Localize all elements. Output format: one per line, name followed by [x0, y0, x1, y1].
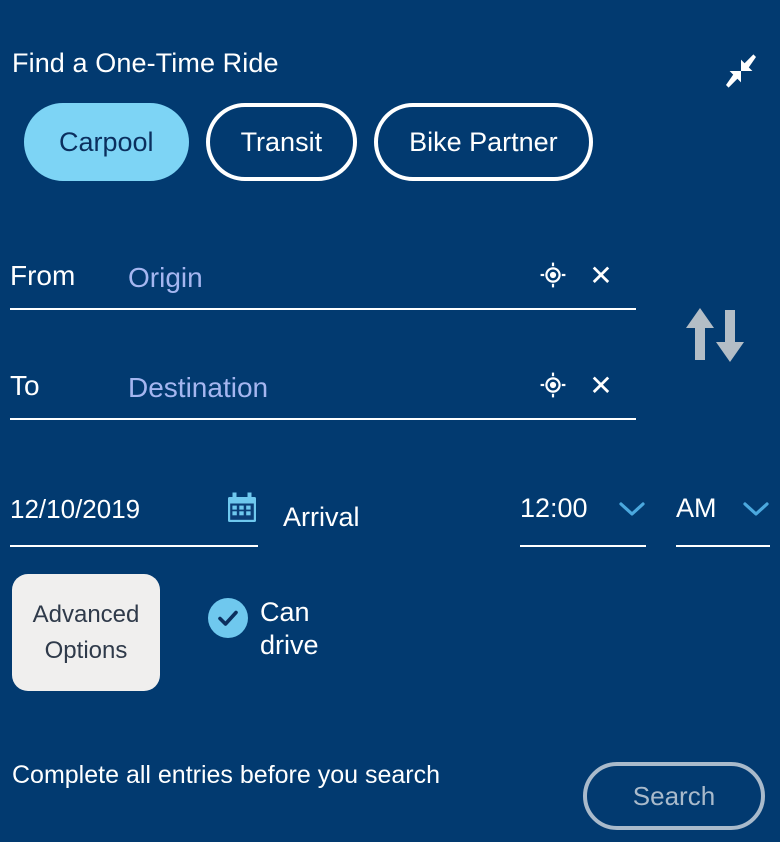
destination-input[interactable] [128, 372, 540, 404]
can-drive-checkbox[interactable]: Can drive [208, 596, 346, 662]
swap-up-down-arrows-icon [684, 306, 746, 367]
mode-tab-transit[interactable]: Transit [205, 103, 358, 181]
destination-field-row: To ✕ [10, 358, 636, 420]
can-drive-label: Can drive [260, 597, 319, 660]
crosshair-locate-icon [540, 372, 566, 401]
advanced-options-button[interactable]: Advanced Options [12, 574, 160, 691]
close-icon: ✕ [589, 260, 613, 291]
mode-tab-carpool[interactable]: Carpool [24, 103, 189, 181]
time-value-label: 12:00 [520, 493, 588, 523]
meridiem-select[interactable]: AM [676, 484, 770, 547]
destination-locate-button[interactable] [540, 372, 566, 401]
swap-origin-destination-button[interactable] [682, 305, 748, 367]
origin-input[interactable] [128, 262, 540, 294]
chevron-down-icon [742, 500, 770, 530]
mode-tab-bike-partner[interactable]: Bike Partner [374, 103, 593, 181]
check-icon [208, 598, 248, 638]
mode-tab-group: Carpool Transit Bike Partner [24, 103, 593, 181]
destination-field-icons: ✕ [540, 370, 636, 403]
origin-field-icons: ✕ [540, 260, 636, 293]
mode-tab-transit-label: Transit [240, 126, 323, 157]
date-field[interactable]: 12/10/2019 [10, 482, 258, 547]
page-title: Find a One-Time Ride [12, 48, 279, 78]
time-value-select[interactable]: 12:00 [520, 484, 646, 547]
origin-clear-button[interactable]: ✕ [588, 260, 614, 291]
mode-tab-carpool-label: Carpool [59, 126, 154, 157]
mode-tab-bike-partner-label: Bike Partner [409, 126, 558, 157]
origin-locate-button[interactable] [540, 262, 566, 291]
calendar-picker-button[interactable] [222, 489, 262, 529]
calendar-icon [225, 491, 259, 528]
close-icon: ✕ [589, 370, 613, 401]
chevron-down-icon [618, 500, 646, 530]
meridiem-label: AM [676, 493, 717, 523]
search-button[interactable]: Search [583, 762, 765, 830]
destination-label: To [10, 370, 40, 401]
status-message: Complete all entries before you search [12, 761, 441, 789]
time-mode-toggle[interactable]: Arrival [283, 502, 360, 533]
collapse-panel-button[interactable] [720, 52, 762, 94]
origin-label: From [10, 260, 76, 291]
collapse-arrows-icon [723, 53, 759, 94]
ride-search-panel: Find a One-Time Ride Carpool Transit Bik… [0, 0, 780, 842]
date-value: 12/10/2019 [10, 493, 141, 524]
destination-clear-button[interactable]: ✕ [588, 370, 614, 401]
crosshair-locate-icon [540, 262, 566, 291]
origin-field-row: From ✕ [10, 248, 636, 310]
